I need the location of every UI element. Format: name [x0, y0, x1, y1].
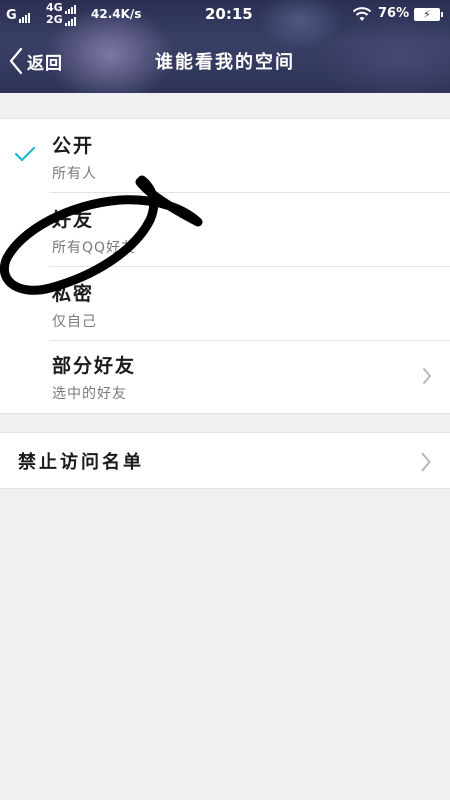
chevron-right-icon	[421, 452, 431, 472]
signal-bars-icon	[64, 14, 77, 26]
clock: 20:15	[205, 5, 253, 23]
option-friends[interactable]: 好友 所有QQ好友	[0, 193, 450, 267]
header: G 4G 2G 42.4K/s 20:15 76% ⚡ 返回 谁能看我的空间	[0, 0, 450, 93]
network-indicator: 4G 2G	[46, 2, 77, 26]
signal-bars-icon	[18, 8, 31, 23]
option-subtitle: 所有人	[52, 166, 97, 182]
option-subtitle: 仅自己	[52, 314, 97, 330]
option-subtitle: 选中的好友	[52, 386, 127, 402]
page-title: 谁能看我的空间	[155, 52, 295, 73]
chevron-right-icon	[423, 368, 431, 384]
network-bottom-label: 2G	[46, 13, 63, 26]
option-title: 好友	[52, 209, 95, 231]
option-subtitle: 所有QQ好友	[52, 240, 137, 256]
option-public[interactable]: 公开 所有人	[0, 119, 450, 193]
network-speed: 42.4K/s	[91, 7, 142, 21]
check-icon	[14, 146, 36, 162]
option-some-friends[interactable]: 部分好友 选中的好友	[0, 339, 450, 413]
nav-bar: 返回 谁能看我的空间	[0, 30, 450, 93]
carrier-label: G	[6, 8, 17, 23]
option-title: 私密	[52, 283, 95, 305]
signal-bars-icon	[64, 2, 77, 14]
block-list-label: 禁止访问名单	[18, 452, 144, 473]
carrier-signal: G	[6, 8, 31, 23]
screen: G 4G 2G 42.4K/s 20:15 76% ⚡ 返回 谁能看我的空间 公…	[0, 0, 450, 800]
status-bar: G 4G 2G 42.4K/s 20:15 76% ⚡	[0, 0, 450, 30]
option-title: 公开	[52, 135, 95, 157]
battery-percent: 76%	[378, 6, 410, 21]
option-title: 部分好友	[52, 355, 137, 377]
option-private[interactable]: 私密 仅自己	[0, 267, 450, 341]
charging-icon: ⚡	[423, 8, 431, 21]
battery-icon: ⚡	[414, 8, 443, 21]
visibility-options: 公开 所有人 好友 所有QQ好友 私密 仅自己 部分好友 选中的好友	[0, 118, 450, 414]
block-list-group: 禁止访问名单	[0, 432, 450, 489]
wifi-icon	[352, 7, 372, 21]
block-list-item[interactable]: 禁止访问名单	[0, 433, 450, 488]
